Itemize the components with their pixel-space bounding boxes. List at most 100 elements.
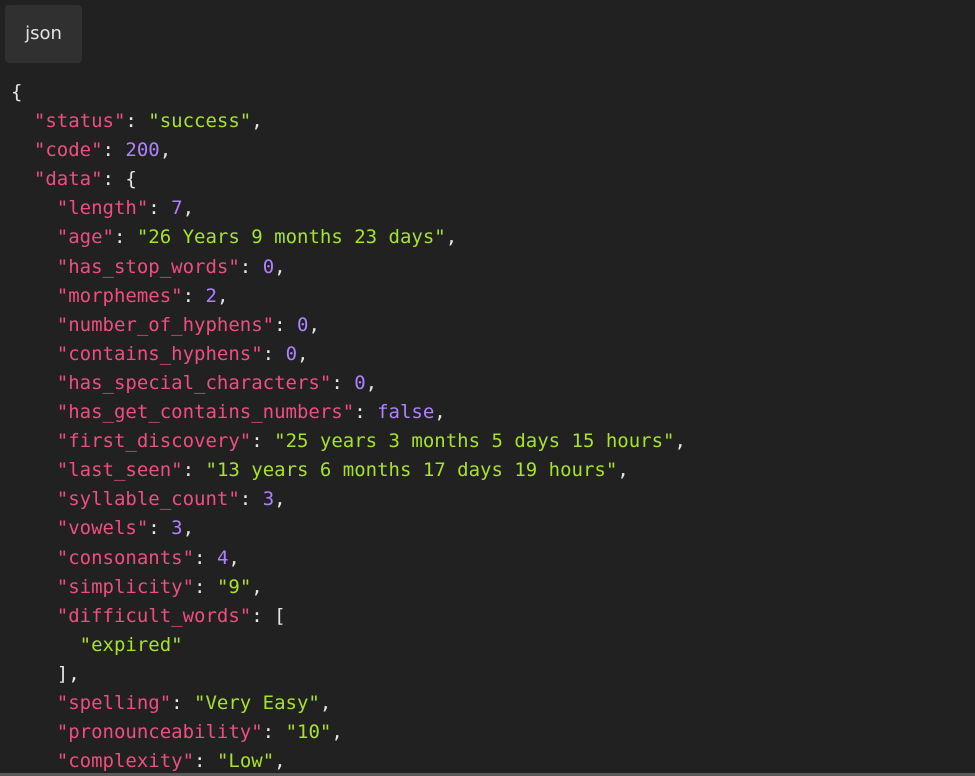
- code-line: "data": {: [11, 165, 686, 194]
- json-punctuation: [11, 139, 34, 161]
- json-punctuation: :: [194, 575, 217, 598]
- code-line: "simplicity": "9",: [11, 573, 686, 602]
- json-key: "syllable_count": [56, 488, 240, 511]
- json-punctuation: :: [182, 284, 206, 307]
- json-value: 0: [285, 342, 298, 365]
- code-line: ],: [11, 660, 686, 689]
- json-key: "difficult_words": [56, 604, 252, 627]
- code-line: "length": 7,: [11, 194, 686, 223]
- json-value: 7: [171, 197, 183, 220]
- json-punctuation: ,: [308, 313, 320, 336]
- json-punctuation: [11, 750, 57, 772]
- json-punctuation: ,: [182, 197, 195, 220]
- json-punctuation: ,: [331, 721, 343, 744]
- code-line: "syllable_count": 3,: [11, 485, 686, 514]
- json-string: "9": [216, 575, 252, 598]
- json-key: "data": [33, 168, 103, 191]
- json-value: 3: [262, 488, 275, 511]
- json-punctuation: : {: [102, 168, 137, 191]
- code-line: "first_discovery": "25 years 3 months 5 …: [11, 427, 686, 456]
- json-punctuation: [11, 721, 57, 743]
- json-value: 2: [205, 284, 217, 307]
- code-line: "has_stop_words": 0,: [11, 253, 686, 282]
- json-value: 0: [262, 255, 275, 278]
- json-punctuation: ,: [274, 750, 286, 773]
- json-punctuation: [11, 459, 57, 481]
- json-key: "has_special_characters": [56, 371, 332, 394]
- json-key: "contains_hyphens": [56, 342, 263, 365]
- json-punctuation: :: [262, 342, 286, 365]
- json-punctuation: ,: [274, 255, 286, 278]
- code-line: "consonants": 4,: [11, 544, 686, 573]
- json-value: 0: [297, 313, 309, 336]
- json-string: "success": [148, 110, 252, 133]
- json-value: 4: [216, 546, 229, 569]
- json-punctuation: :: [182, 459, 206, 482]
- json-punctuation: ,: [365, 371, 378, 394]
- json-value: 200: [125, 139, 160, 162]
- code-line: "vowels": 3,: [11, 514, 686, 543]
- json-key: "complexity": [56, 750, 195, 773]
- json-punctuation: ,: [319, 691, 332, 714]
- code-content: { "status": "success", "code": 200, "dat…: [11, 78, 686, 773]
- json-punctuation: [11, 343, 57, 365]
- json-punctuation: ,: [445, 226, 458, 249]
- json-punctuation: [11, 285, 57, 307]
- json-punctuation: [11, 692, 57, 714]
- json-punctuation: [11, 372, 57, 394]
- json-punctuation: [11, 517, 57, 539]
- code-line: "difficult_words": [: [11, 602, 686, 631]
- json-punctuation: [11, 401, 57, 423]
- json-punctuation: [11, 197, 57, 219]
- json-punctuation: :: [194, 750, 217, 773]
- json-key: "status": [33, 110, 126, 133]
- json-punctuation: [11, 168, 34, 190]
- json-key: "has_stop_words": [56, 255, 240, 278]
- code-line: "spelling": "Very Easy",: [11, 689, 686, 718]
- code-line: "complexity": "Low",: [11, 747, 686, 773]
- json-string: "expired": [79, 633, 183, 656]
- json-key: "has_get_contains_numbers": [56, 401, 355, 424]
- code-line: "last_seen": "13 years 6 months 17 days …: [11, 456, 686, 485]
- code-line: {: [11, 78, 686, 107]
- json-punctuation: :: [239, 255, 263, 278]
- json-punctuation: :: [251, 430, 275, 453]
- json-key: "vowels": [56, 517, 149, 540]
- json-punctuation: [11, 576, 57, 598]
- code-line: "pronounceability": "10",: [11, 718, 686, 747]
- json-punctuation: ,: [674, 430, 686, 453]
- json-punctuation: : [: [251, 604, 286, 627]
- json-punctuation: ,: [274, 488, 286, 511]
- json-key: "simplicity": [56, 575, 195, 598]
- json-punctuation: ,: [216, 284, 229, 307]
- json-punctuation: [11, 430, 57, 452]
- json-value: 3: [171, 517, 183, 540]
- json-key: "age": [56, 226, 114, 249]
- json-key: "length": [56, 197, 149, 220]
- json-punctuation: :: [102, 139, 126, 162]
- json-punctuation: ,: [228, 546, 240, 569]
- json-punctuation: :: [171, 691, 195, 714]
- code-block: json { "status": "success", "code": 200,…: [0, 0, 975, 776]
- json-punctuation: {: [11, 81, 23, 103]
- json-punctuation: ,: [251, 110, 263, 133]
- json-key: "consonants": [56, 546, 195, 569]
- code-line: "age": "26 Years 9 months 23 days",: [11, 223, 686, 252]
- code-line: "morphemes": 2,: [11, 282, 686, 311]
- json-key: "code": [33, 139, 103, 162]
- code-line: "status": "success",: [11, 107, 686, 136]
- json-punctuation: ,: [182, 517, 195, 540]
- json-key: "last_seen": [56, 459, 183, 482]
- json-punctuation: [11, 226, 57, 248]
- code-line: "has_special_characters": 0,: [11, 369, 686, 398]
- json-string: "25 years 3 months 5 days 15 hours": [274, 430, 675, 453]
- json-punctuation: :: [331, 371, 355, 394]
- json-string: "13 years 6 months 17 days 19 hours": [205, 459, 618, 482]
- json-punctuation: [11, 634, 80, 656]
- json-key: "first_discovery": [56, 430, 252, 453]
- json-key: "morphemes": [56, 284, 183, 307]
- json-punctuation: :: [239, 488, 263, 511]
- json-punctuation: :: [113, 226, 137, 249]
- json-punctuation: :: [148, 197, 172, 220]
- json-punctuation: [11, 605, 57, 627]
